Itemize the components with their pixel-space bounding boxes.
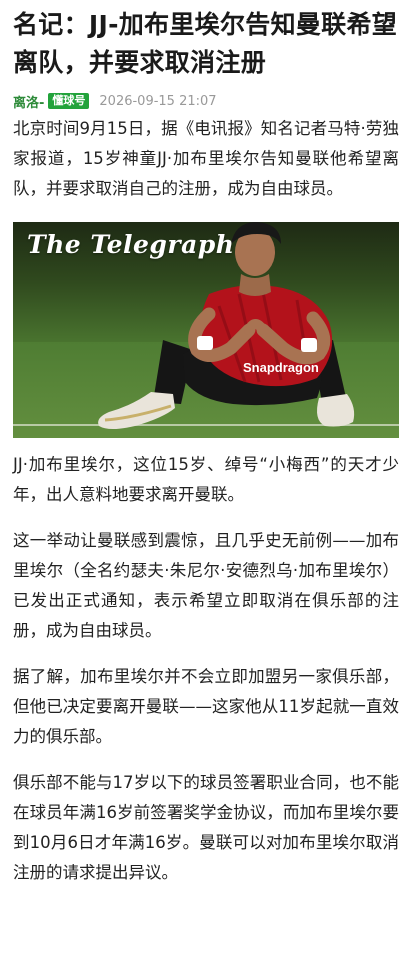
lead-paragraph: 北京时间9月15日，据《电讯报》知名记者马特·劳独家报道，15岁神童JJ·加布里… <box>13 119 399 198</box>
telegraph-watermark: The Telegraph <box>27 230 235 259</box>
article-meta: 离洛- 懂球号 2026-09-15 21:07 <box>13 90 399 112</box>
article-title: 名记：JJ-加布里埃尔告知曼联希望离队，并要求取消注册 <box>13 10 398 77</box>
body-paragraph: 这一举动让曼联感到震惊，且几乎史无前例——加布里埃尔（全名约瑟夫·朱尼尔·安德烈… <box>13 531 399 640</box>
photo-caption: JJ·加布里埃尔，这位15岁、绰号“小梅西”的天才少年，出人意料地要求离开曼联。 <box>13 455 399 504</box>
author-name[interactable]: 离洛- <box>13 92 44 111</box>
article: 名记：JJ-加布里埃尔告知曼联希望离队，并要求取消注册 离洛- 懂球号 2026… <box>0 0 412 888</box>
body-paragraph: 俱乐部不能与17岁以下的球员签署职业合同，也不能在球员年满16岁前签署奖学金协议… <box>13 773 399 882</box>
source-badge: 懂球号 <box>48 93 90 109</box>
body-paragraph: 据了解，加布里埃尔并不会立即加盟另一家俱乐部，但他已决定要离开曼联——这家他从1… <box>13 667 399 746</box>
publish-time: 2026-09-15 21:07 <box>99 93 217 109</box>
article-photo[interactable]: Snapdragon The Telegraph <box>13 222 399 438</box>
